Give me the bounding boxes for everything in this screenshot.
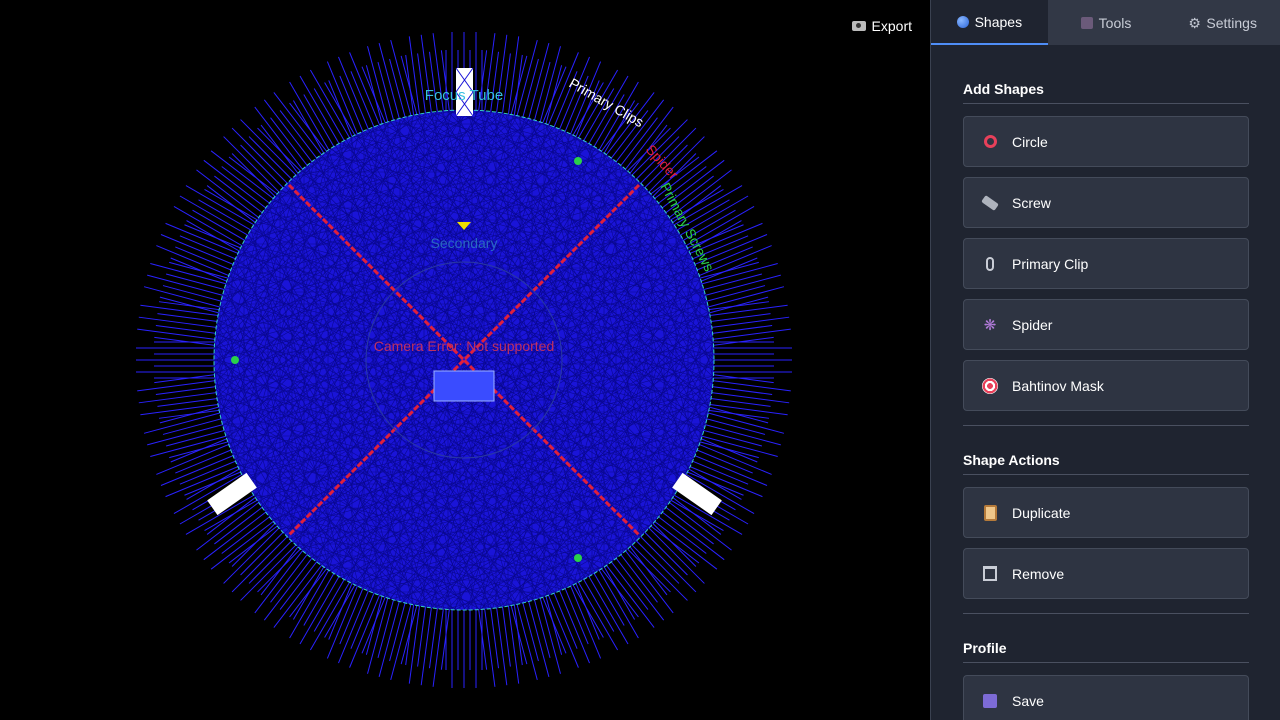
- camera-icon: [851, 21, 866, 31]
- bahtinov-mask-drawing[interactable]: Focus Tube Primary Clips Spider Primary …: [0, 0, 930, 720]
- button-label: Screw: [1012, 194, 1051, 211]
- add-circle-button[interactable]: Circle: [963, 116, 1249, 167]
- add-shapes-section: Add Shapes Circle Screw Primary Clip ❋ S…: [931, 81, 1280, 411]
- add-spider-button[interactable]: ❋ Spider: [963, 299, 1249, 350]
- primary-screw-2[interactable]: [231, 356, 239, 364]
- tab-label: Settings: [1206, 14, 1257, 31]
- trash-icon: [980, 564, 1000, 584]
- add-primary-clip-button[interactable]: Primary Clip: [963, 238, 1249, 289]
- primary-clip-left[interactable]: [207, 472, 257, 516]
- label-primary-clips: Primary Clips: [567, 75, 647, 130]
- primary-screw-3[interactable]: [574, 554, 582, 562]
- button-label: Circle: [1012, 133, 1048, 150]
- camera-box[interactable]: [433, 370, 495, 402]
- save-button[interactable]: Save: [963, 675, 1249, 720]
- shape-actions-section: Shape Actions Duplicate Remove: [931, 452, 1280, 599]
- remove-button[interactable]: Remove: [963, 548, 1249, 599]
- label-camera-error: Camera Error: Not supported: [374, 338, 555, 354]
- label-focus-tube: Focus Tube: [425, 87, 503, 104]
- divider: [963, 425, 1249, 426]
- tab-settings[interactable]: ⚙ Settings: [1164, 0, 1280, 45]
- tab-tools[interactable]: Tools: [1048, 0, 1165, 45]
- divider: [963, 613, 1249, 614]
- tab-label: Tools: [1098, 14, 1132, 31]
- gear-icon: ⚙: [1188, 14, 1201, 31]
- button-label: Primary Clip: [1012, 255, 1089, 272]
- section-title: Profile: [963, 640, 1249, 663]
- spider-icon: ❋: [983, 316, 997, 334]
- floppy-icon: [980, 691, 1000, 711]
- export-button[interactable]: Export: [851, 18, 912, 34]
- button-label: Duplicate: [1012, 504, 1071, 521]
- screw-icon: [980, 193, 1000, 213]
- paperclip-icon: [980, 254, 1000, 274]
- duplicate-button[interactable]: Duplicate: [963, 487, 1249, 538]
- film-icon: [1080, 16, 1093, 29]
- side-panel: Shapes Tools ⚙ Settings Add Shapes Circl…: [930, 0, 1280, 720]
- button-label: Save: [1012, 692, 1044, 709]
- add-bahtinov-mask-button[interactable]: Bahtinov Mask: [963, 360, 1249, 411]
- label-secondary: Secondary: [431, 235, 498, 251]
- circle-icon: [980, 132, 1000, 152]
- tab-bar: Shapes Tools ⚙ Settings: [931, 0, 1280, 45]
- export-label: Export: [871, 18, 912, 34]
- add-screw-button[interactable]: Screw: [963, 177, 1249, 228]
- profile-section: Profile Save: [931, 640, 1280, 720]
- button-label: Bahtinov Mask: [1012, 377, 1104, 394]
- globe-icon: [956, 15, 969, 28]
- section-title: Add Shapes: [963, 81, 1249, 104]
- button-label: Remove: [1012, 565, 1065, 582]
- mask-canvas[interactable]: Focus Tube Primary Clips Spider Primary …: [0, 0, 930, 720]
- tab-shapes[interactable]: Shapes: [931, 0, 1048, 45]
- target-icon: [980, 376, 1000, 396]
- button-label: Spider: [1012, 316, 1053, 333]
- tab-label: Shapes: [974, 13, 1023, 30]
- section-title: Shape Actions: [963, 452, 1249, 475]
- clipboard-icon: [980, 503, 1000, 523]
- primary-screw-1[interactable]: [574, 157, 582, 165]
